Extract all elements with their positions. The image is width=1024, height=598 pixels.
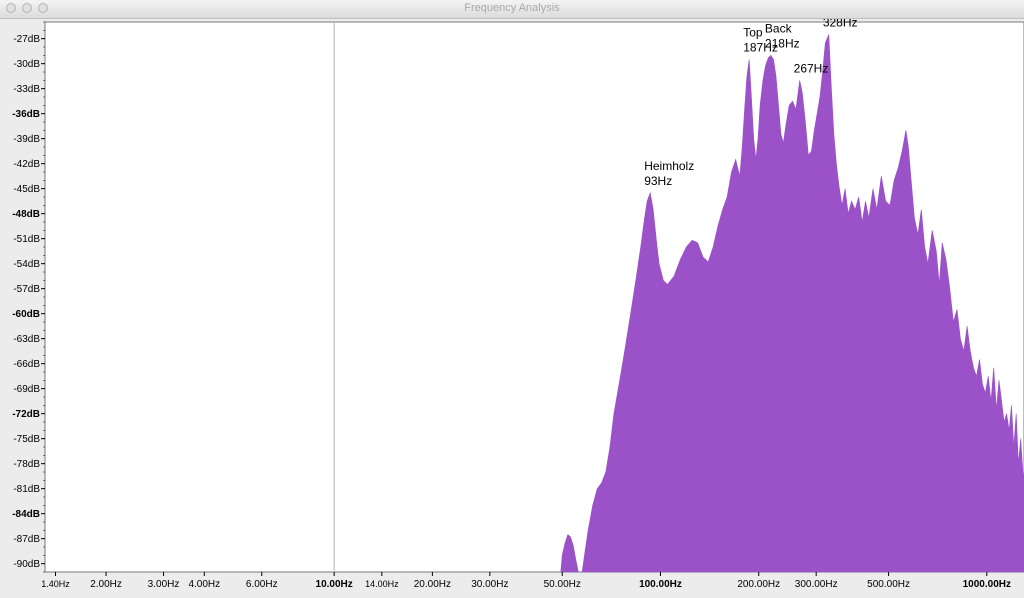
y-tick-label: -57dB — [13, 284, 40, 295]
peak-annotation-label: Back — [765, 21, 793, 35]
y-tick-label: -30dB — [13, 59, 40, 70]
x-tick-label: 100.00Hz — [639, 579, 682, 590]
window-title: Frequency Analysis — [464, 2, 560, 14]
x-tick-label: 50.00Hz — [544, 579, 581, 590]
y-tick-label: -87dB — [13, 534, 40, 545]
y-tick-label: -51dB — [13, 234, 40, 245]
y-tick-label: -36dB — [12, 109, 40, 120]
y-tick-label: -84dB — [12, 509, 40, 520]
y-tick-label: -63dB — [13, 334, 40, 345]
x-tick-label: 14.00Hz — [365, 579, 399, 589]
y-tick-label: -42dB — [13, 159, 40, 170]
x-tick-label: 1.40Hz — [41, 579, 70, 589]
y-tick-label: -90dB — [13, 559, 40, 570]
x-tick-label: 2.00Hz — [90, 579, 122, 590]
peak-annotation: 267Hz — [794, 61, 829, 75]
x-tick-label: 3.00Hz — [148, 579, 180, 590]
y-tick-label: -39dB — [13, 134, 40, 145]
peak-annotation: 328Hz — [823, 19, 858, 30]
y-tick-label: -48dB — [12, 209, 40, 220]
y-tick-label: -66dB — [13, 359, 40, 370]
y-tick-label: -60dB — [12, 309, 40, 320]
y-tick-label: -72dB — [12, 409, 40, 420]
title-bar: Frequency Analysis — [0, 0, 1024, 19]
peak-annotation-label: 93Hz — [644, 174, 672, 188]
x-tick-label: 4.00Hz — [188, 579, 220, 590]
y-tick-label: -54dB — [13, 259, 40, 270]
x-tick-label: 6.00Hz — [246, 579, 278, 590]
y-tick-label: -75dB — [13, 434, 40, 445]
peak-annotation-label: Heimholz — [644, 159, 694, 173]
peak-annotation-label: 328Hz — [823, 19, 858, 30]
x-tick-label: 1000.00Hz — [963, 579, 1011, 590]
peak-annotation-label: Top — [743, 26, 763, 40]
y-tick-label: -81dB — [13, 484, 40, 495]
x-tick-label: 500.00Hz — [867, 579, 910, 590]
x-tick-label: 30.00Hz — [471, 579, 508, 590]
x-tick-label: 300.00Hz — [795, 579, 838, 590]
y-tick-label: -33dB — [13, 84, 40, 95]
x-tick-label: 200.00Hz — [737, 579, 780, 590]
y-tick-label: -78dB — [13, 459, 40, 470]
peak-annotation-label: 218Hz — [765, 36, 800, 50]
y-tick-label: -27dB — [13, 34, 40, 45]
frequency-spectrum-chart[interactable]: -27dB -30dB -33dB -36dB -39dB -42dB -45dB -48dB… — [0, 19, 1024, 598]
peak-annotation-label: 267Hz — [794, 61, 829, 75]
x-tick-label: 20.00Hz — [414, 579, 451, 590]
y-tick-label: -69dB — [13, 384, 40, 395]
x-tick-label: 10.00Hz — [316, 579, 353, 590]
y-tick-label: -45dB — [13, 184, 40, 195]
